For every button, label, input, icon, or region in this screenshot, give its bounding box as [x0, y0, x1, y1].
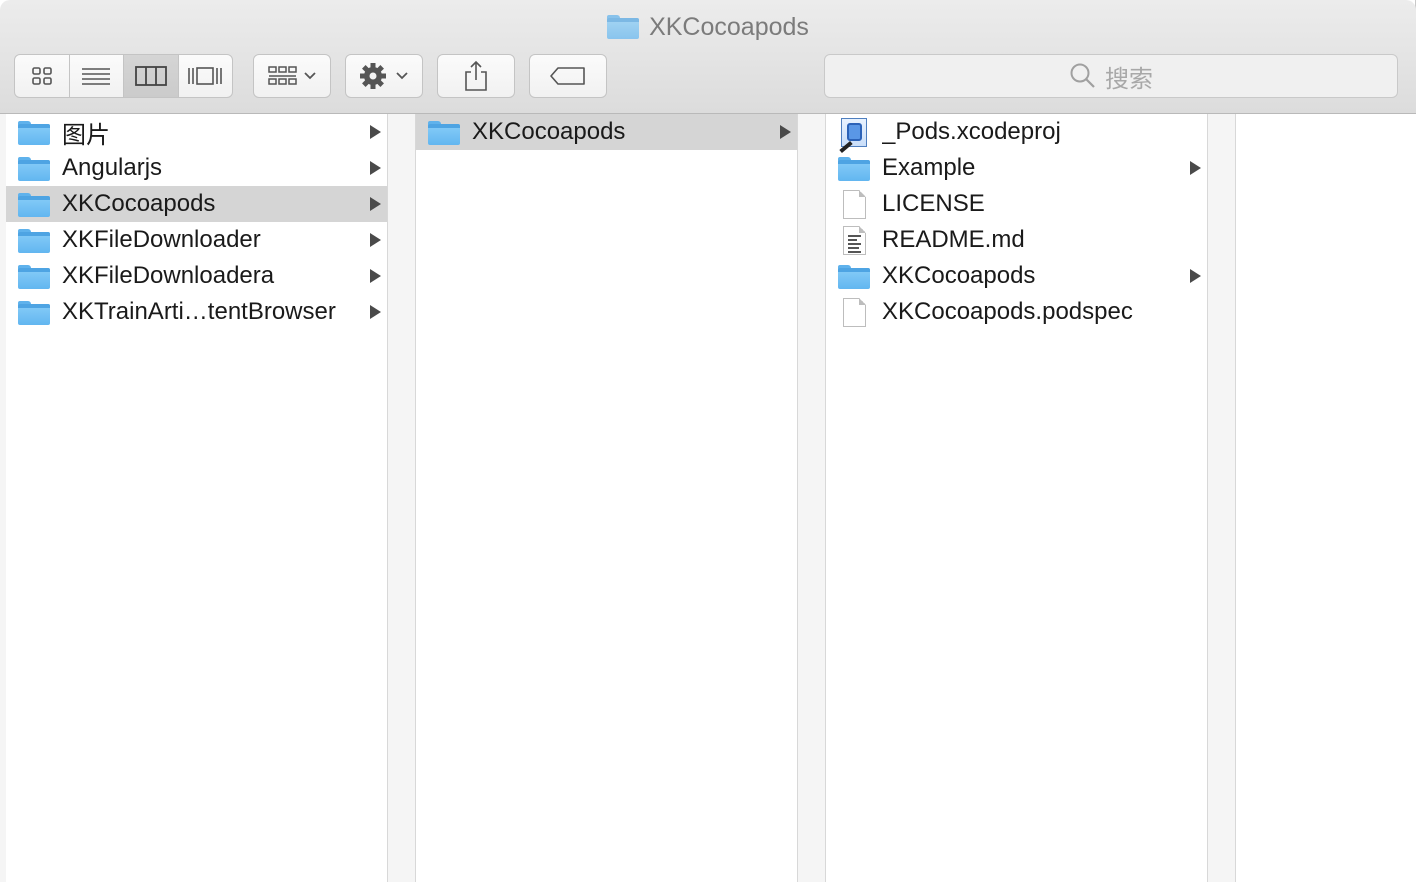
list-item[interactable]: Example [826, 150, 1207, 186]
disclosure-arrow-icon [370, 161, 381, 175]
list-item[interactable]: 图片 [6, 114, 387, 150]
list-view-button[interactable] [70, 55, 124, 97]
folder-icon [18, 154, 50, 182]
disclosure-arrow-icon [370, 233, 381, 247]
list-item[interactable]: XKCocoapods [826, 258, 1207, 294]
list-item[interactable]: XKTrainArti…tentBrowser [6, 294, 387, 330]
xcodeproj-icon [838, 118, 870, 154]
window-title-text: XKCocoapods [649, 12, 809, 41]
disclosure-arrow-icon [370, 197, 381, 211]
disclosure-arrow-icon [370, 305, 381, 319]
column-view-button[interactable] [124, 55, 179, 97]
share-icon [465, 60, 487, 91]
list-item[interactable]: XKFileDownloader [6, 222, 387, 258]
item-label: XKCocoapods [62, 190, 216, 217]
list-item[interactable]: _Pods.xcodeproj [826, 114, 1207, 154]
folder-icon [428, 118, 460, 146]
item-label: XKCocoapods.podspec [882, 298, 1133, 325]
list-item[interactable]: XKCocoapods.podspec [826, 294, 1207, 330]
list-item[interactable]: LICENSE [826, 186, 1207, 222]
column-divider[interactable] [388, 114, 415, 882]
disclosure-arrow-icon [370, 269, 381, 283]
list-icon [82, 68, 111, 85]
item-label: 图片 [62, 121, 110, 149]
item-label: Example [882, 154, 976, 181]
column-4 [1235, 114, 1416, 882]
text-document-icon [838, 226, 870, 255]
folder-icon [18, 226, 50, 254]
folder-icon [18, 298, 50, 326]
search-icon [1070, 63, 1095, 88]
disclosure-arrow-icon [1190, 161, 1201, 175]
item-label: Angularjs [62, 154, 163, 181]
toolbar: XKCocoapods 搜索 [0, 0, 1416, 114]
item-label: README.md [882, 226, 1025, 253]
item-label: XKTrainArti…tentBrowser [62, 298, 336, 325]
disclosure-arrow-icon [370, 125, 381, 139]
disclosure-arrow-icon [780, 125, 791, 139]
icon-view-button[interactable] [15, 55, 70, 97]
finder-window: XKCocoapods 搜索 图片 Angularjs XKCocoapods … [0, 0, 1416, 882]
list-item-selected[interactable]: XKCocoapods [416, 114, 797, 150]
folder-icon [18, 262, 50, 290]
item-label: XKCocoapods [882, 262, 1036, 289]
item-label: LICENSE [882, 190, 985, 217]
item-label: XKFileDownloadera [62, 262, 275, 289]
window-title: XKCocoapods [0, 10, 1416, 44]
grid-icon [31, 67, 52, 85]
action-button[interactable] [345, 54, 423, 98]
tags-button[interactable] [529, 54, 607, 98]
disclosure-arrow-icon [1190, 269, 1201, 283]
item-label: XKFileDownloader [62, 226, 261, 253]
search-placeholder: 搜索 [1105, 65, 1153, 93]
column-browser: 图片 Angularjs XKCocoapods XKFileDownloade… [0, 114, 1416, 882]
item-label: _Pods.xcodeproj [882, 118, 1061, 145]
search-field[interactable]: 搜索 [824, 54, 1398, 98]
column-3: _Pods.xcodeproj Example LICENSE README.m… [825, 114, 1208, 882]
tag-icon [550, 67, 585, 85]
column-1: 图片 Angularjs XKCocoapods XKFileDownloade… [6, 114, 388, 882]
cover-flow-icon [188, 67, 223, 85]
list-item[interactable]: Angularjs [6, 150, 387, 186]
share-button[interactable] [437, 54, 515, 98]
gear-icon [360, 63, 408, 89]
column-divider[interactable] [1208, 114, 1235, 882]
folder-icon [18, 190, 50, 218]
list-item[interactable]: XKFileDownloadera [6, 258, 387, 294]
arrange-icon [268, 66, 316, 85]
columns-icon [134, 66, 167, 86]
column-divider[interactable] [798, 114, 825, 882]
document-icon [838, 298, 870, 327]
folder-icon [607, 14, 640, 40]
arrange-button[interactable] [253, 54, 331, 98]
column-2: XKCocoapods [415, 114, 798, 882]
folder-icon [18, 118, 50, 146]
list-item[interactable]: README.md [826, 222, 1207, 258]
item-label: XKCocoapods [472, 118, 626, 145]
list-item-selected[interactable]: XKCocoapods [6, 186, 387, 222]
folder-icon [838, 262, 870, 290]
cover-flow-view-button[interactable] [179, 55, 233, 97]
view-mode-selector[interactable] [14, 54, 233, 98]
folder-icon [838, 154, 870, 182]
document-icon [838, 190, 870, 219]
